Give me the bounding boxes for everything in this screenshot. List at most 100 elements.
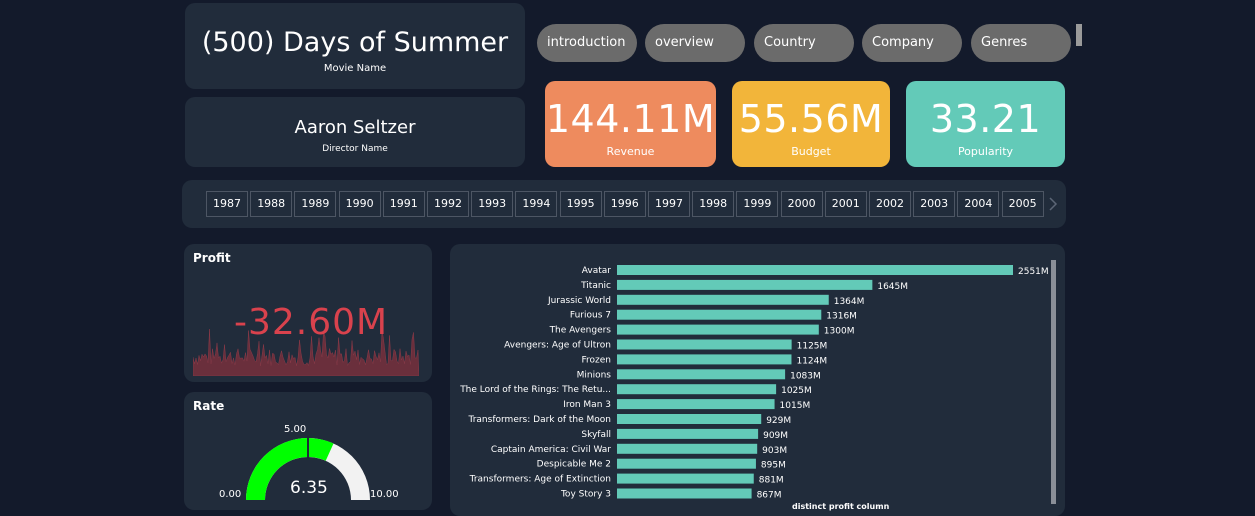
bar-label: Skyfall [581,430,611,440]
year-2003[interactable]: 2003 [913,191,956,217]
bar-label: Titanic [580,281,611,291]
bar-value-label: 1025M [781,386,812,396]
bar [617,279,873,290]
bar-label: The Lord of the Rings: The Retu... [459,385,611,395]
chart-x-label: distinct profit column [792,502,890,511]
movie-name-card: (500) Days of Summer Movie Name [185,3,525,89]
budget-label: Budget [791,145,831,158]
bar-label: Avengers: Age of Ultron [504,341,611,351]
bar [617,458,756,469]
rate-max-label: 10.00 [370,489,399,500]
popularity-value: 33.21 [929,97,1042,141]
revenue-value: 144.11M [545,97,716,141]
bar [617,354,792,365]
bar [617,294,829,305]
bar [617,473,754,484]
dashboard: (500) Days of Summer Movie Name Aaron Se… [0,0,1255,516]
nav-introduction-button[interactable]: introduction [537,24,637,62]
year-1997[interactable]: 1997 [648,191,690,217]
bar-label: Transformers: Dark of the Moon [468,415,611,425]
revenue-card: 144.11M Revenue [545,81,716,167]
year-1991[interactable]: 1991 [382,191,425,217]
bar [617,384,777,395]
director-name-label: Director Name [322,144,388,154]
bar-value-label: 1316M [826,312,857,322]
year-2000[interactable]: 2000 [780,191,823,217]
bar-value-label: 2551M [1018,267,1049,277]
year-2005[interactable]: 2005 [1001,191,1044,217]
bar-value-label: 1125M [797,342,828,352]
year-1987[interactable]: 1987 [206,191,248,217]
bar-value-label: 1083M [790,371,821,381]
bar-label: Frozen [582,355,612,365]
bar-label: The Avengers [549,326,612,336]
nav-company-button[interactable]: Company [862,24,962,62]
profit-card: Profit -32.60M [184,244,432,382]
bar-value-label: 895M [761,461,786,471]
year-1988[interactable]: 1988 [250,191,293,217]
bar-label: Furious 7 [570,311,611,321]
budget-value: 55.56M [738,97,884,141]
bar [617,309,822,320]
year-1996[interactable]: 1996 [603,191,646,217]
nav-scrollbar[interactable] [1076,24,1082,46]
rate-min-label: 0.00 [219,489,242,500]
rate-value: 6.35 [290,478,328,498]
bar-value-label: 1364M [834,297,865,307]
year-1992[interactable]: 1992 [427,191,469,217]
bar-label: Transformers: Age of Extinction [469,475,611,485]
year-slicer: 1987 1988 1989 1990 1991 1992 1993 1994 1995 1996… [182,180,1066,228]
bar-label: Minions [577,370,612,380]
bar-label: Captain America: Civil War [491,445,611,455]
year-1993[interactable]: 1993 [471,191,514,217]
movie-name-label: Movie Name [323,63,387,74]
bar-value-label: 1015M [780,401,811,411]
bar [617,443,758,454]
bar-label: Despicable Me 2 [537,460,611,470]
bar [617,369,786,380]
profit-bar-chart: Avatar 2551M Titanic 1645M Jurassic World 136… [459,265,1049,501]
bar-label: Jurassic World [547,296,611,306]
year-1990[interactable]: 1990 [338,191,381,217]
bar [617,488,752,499]
movie-name: (500) Days of Summer [201,27,509,58]
profit-bar-chart-card: Avatar 2551M Titanic 1645M Jurassic World 136… [450,244,1065,516]
bar [617,324,819,335]
year-2001[interactable]: 2001 [824,191,867,217]
bar [617,339,792,350]
budget-card: 55.56M Budget [732,81,890,167]
year-1999[interactable]: 1999 [736,191,779,217]
bar-label: Iron Man 3 [563,400,611,410]
year-1989[interactable]: 1989 [294,191,337,217]
popularity-label: Popularity [957,145,1014,158]
chart-scrollbar[interactable] [1051,260,1056,504]
chevron-right-icon[interactable] [1046,194,1060,214]
bar-value-label: 929M [766,416,791,426]
bar [617,265,1013,275]
director-card: Aaron Seltzer Director Name [185,97,525,167]
popularity-card: 33.21 Popularity [906,81,1065,167]
year-2004[interactable]: 2004 [957,191,1000,217]
bar-value-label: 881M [759,476,784,486]
nav-country-button[interactable]: Country [754,24,854,62]
bar-value-label: 903M [762,446,787,456]
nav-overview-button[interactable]: overview [645,24,745,62]
director-name: Aaron Seltzer [294,117,416,138]
nav-genres-button[interactable]: Genres [971,24,1071,62]
revenue-label: Revenue [606,145,655,158]
year-1995[interactable]: 1995 [559,191,602,217]
bar [617,428,759,439]
bar-label: Avatar [582,266,612,276]
profit-value: -32.60M [234,302,389,343]
bar-value-label: 1645M [877,282,908,292]
year-1998[interactable]: 1998 [692,191,735,217]
bar-value-label: 867M [757,491,782,501]
year-1994[interactable]: 1994 [515,191,558,217]
profit-title: Profit [193,251,231,265]
bar-value-label: 909M [763,431,788,441]
year-2002[interactable]: 2002 [869,191,911,217]
bar-label: Toy Story 3 [560,490,611,500]
bar [617,414,762,424]
bar-value-label: 1300M [824,327,855,337]
bar-value-label: 1124M [796,356,827,366]
